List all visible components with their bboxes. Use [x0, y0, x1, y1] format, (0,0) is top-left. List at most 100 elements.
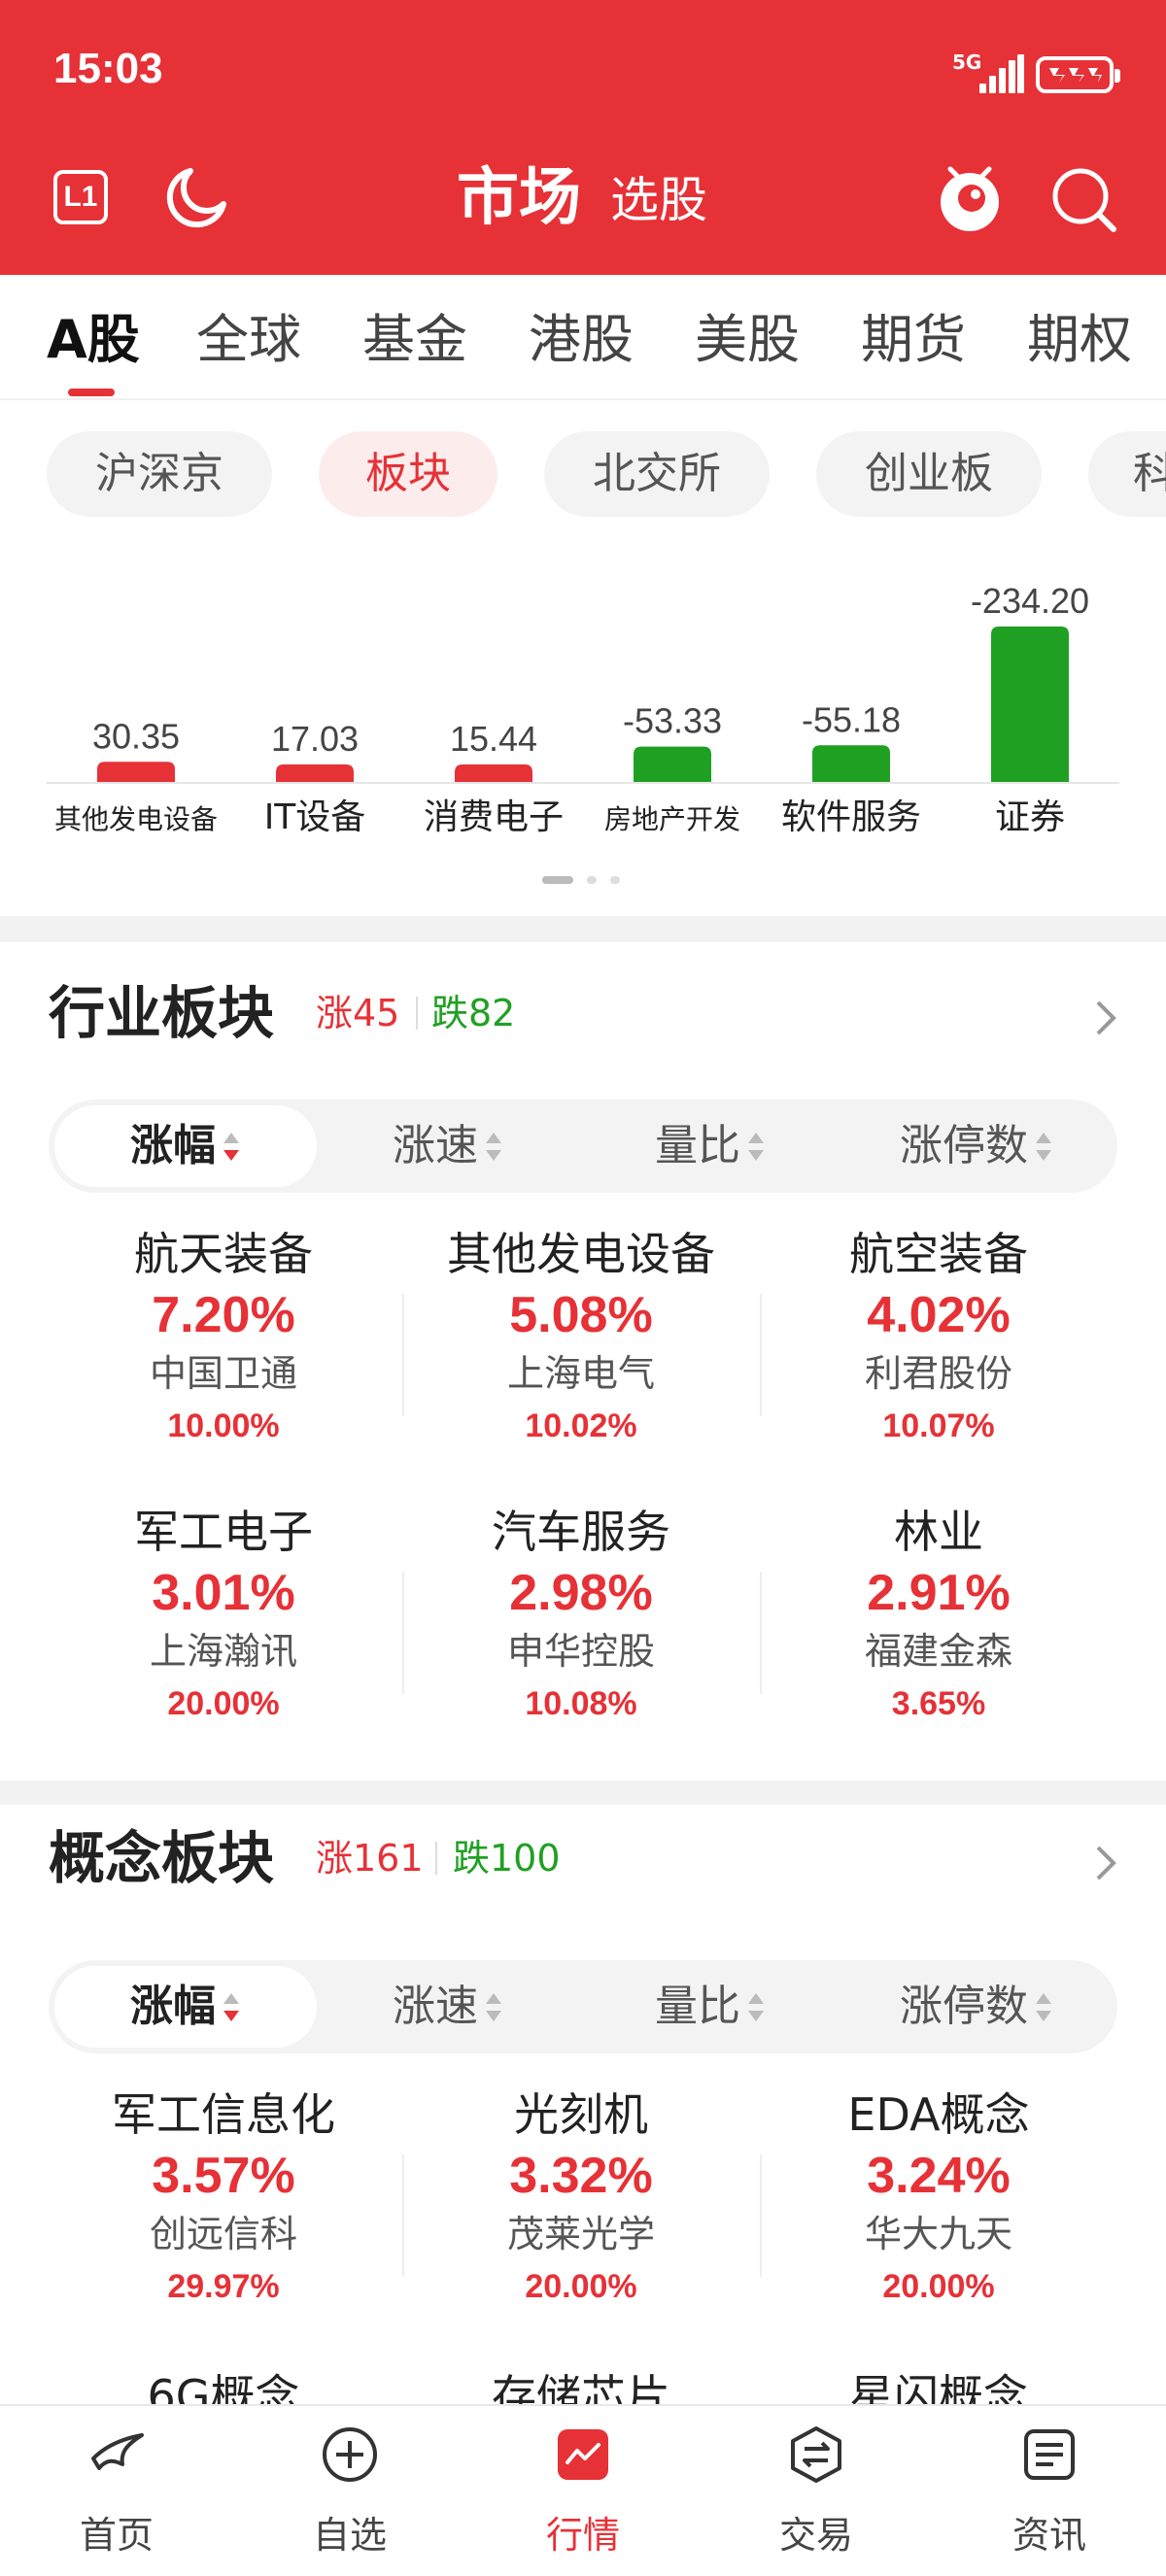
sort-icon: [484, 1989, 503, 2028]
leading-stock-change: 3.65%: [891, 1685, 986, 1722]
divider: [416, 997, 418, 1030]
divider: [0, 398, 1166, 400]
sector-cell[interactable]: 航空装备 4.02% 利君股份 10.07%: [760, 1226, 1117, 1449]
sector-cell[interactable]: 其他发电设备 5.08% 上海电气 10.02%: [402, 1226, 760, 1449]
sort-by-speed[interactable]: 涨速: [317, 1966, 579, 2048]
bar-value-label: 17.03: [271, 719, 359, 759]
sector-change: 3.32%: [509, 2148, 653, 2204]
chip-bse[interactable]: 北交所: [544, 431, 770, 517]
network-label: 5G: [952, 51, 982, 74]
sector-name: 6G概念: [147, 2370, 300, 2404]
leading-stock: 利君股份: [864, 1352, 1012, 1395]
sort-by-limit-up[interactable]: 涨停数: [841, 1105, 1112, 1187]
sector-change: 3.01%: [152, 1565, 295, 1621]
bar-value-label: 30.35: [92, 716, 180, 756]
sort-by-speed[interactable]: 涨速: [317, 1105, 579, 1187]
concept-sort-bar: 涨幅 涨速 量比 涨停数: [49, 1960, 1117, 2053]
sector-cell[interactable]: 6G概念: [45, 2368, 402, 2404]
pager-dot[interactable]: [610, 876, 620, 884]
sector-cell[interactable]: 汽车服务 2.98% 申华控股 10.08%: [402, 1504, 760, 1727]
sort-icon: [746, 1129, 766, 1168]
battery-icon: [1036, 56, 1120, 93]
chip-shanghai-shenzhen-beijing[interactable]: 沪深京: [47, 431, 272, 517]
search-icon[interactable]: [1049, 165, 1119, 239]
nav-trade[interactable]: 交易: [719, 2406, 913, 2576]
sector-name: 林业: [894, 1506, 983, 1558]
leading-stock: 中国卫通: [149, 1352, 297, 1395]
tab-futures[interactable]: 期货: [861, 301, 966, 379]
leading-stock: 上海瀚讯: [149, 1630, 297, 1673]
tab-funds[interactable]: 基金: [362, 301, 467, 379]
tab-a-shares[interactable]: A股: [47, 301, 140, 379]
nav-news[interactable]: 资讯: [952, 2406, 1147, 2576]
chart-bar[interactable]: [276, 764, 354, 782]
sector-cell[interactable]: 航天装备 7.20% 中国卫通 10.00%: [45, 1226, 402, 1449]
sector-change: 2.91%: [867, 1565, 1011, 1621]
industry-section-title: 行业板块: [49, 980, 275, 1046]
news-icon: [1024, 2429, 1075, 2480]
add-circle-icon: [323, 2427, 377, 2482]
chart-bar[interactable]: [97, 762, 175, 782]
sort-icon: [222, 1989, 241, 2028]
nav-market[interactable]: 行情: [486, 2406, 680, 2576]
chart-bar[interactable]: [812, 745, 890, 782]
status-time: 15:03: [53, 45, 163, 92]
tab-hk-stocks[interactable]: 港股: [529, 301, 634, 379]
bar-value-label: -53.33: [623, 701, 722, 741]
chevron-right-icon[interactable]: [1094, 1844, 1119, 1886]
sort-icon: [1034, 1989, 1053, 2028]
sector-cell[interactable]: 光刻机 3.32% 茂莱光学 20.00%: [402, 2086, 760, 2310]
sort-icon: [746, 1989, 766, 2028]
pager-dot[interactable]: [587, 876, 597, 884]
nav-watchlist[interactable]: 自选: [253, 2406, 447, 2576]
sort-by-volume-ratio[interactable]: 量比: [579, 1105, 841, 1187]
tab-global[interactable]: 全球: [196, 301, 301, 379]
tab-us-stocks[interactable]: 美股: [695, 301, 800, 379]
chart-bar[interactable]: [455, 764, 532, 782]
leading-stock-change: 10.00%: [167, 1407, 280, 1444]
leading-stock: 申华控股: [506, 1630, 655, 1673]
sector-cell[interactable]: 存储芯片: [402, 2368, 760, 2404]
sort-by-limit-up[interactable]: 涨停数: [841, 1966, 1112, 2048]
sector-change: 4.02%: [867, 1287, 1011, 1343]
chart-bar[interactable]: [991, 627, 1069, 782]
chevron-right-icon[interactable]: [1094, 999, 1119, 1041]
sector-fund-flow-chart: 30.35 其他发电设备 17.03 IT设备 15.44 消费电子 -53.33 房地产开发…: [47, 581, 1119, 837]
sector-change: 7.20%: [152, 1287, 295, 1343]
stock-picker-tab[interactable]: 选股: [610, 171, 707, 229]
sector-cell[interactable]: 林业 2.91% 福建金森 3.65%: [760, 1504, 1117, 1727]
sector-name: 星闪概念: [849, 2370, 1028, 2404]
sector-cell[interactable]: 星闪概念: [760, 2368, 1117, 2404]
sort-icon: [1034, 1129, 1053, 1168]
nav-label: 行情: [545, 2514, 620, 2557]
chip-chinext[interactable]: 创业板: [816, 431, 1042, 517]
pager-dot-active[interactable]: [542, 876, 573, 884]
nav-label: 自选: [312, 2514, 387, 2557]
active-tab-indicator: [68, 389, 115, 396]
sort-by-change[interactable]: 涨幅: [54, 1966, 317, 2048]
sector-cell[interactable]: EDA概念 3.24% 华大九天 20.00%: [760, 2086, 1117, 2310]
sector-name: 军工电子: [134, 1506, 313, 1558]
leading-stock: 茂莱光学: [506, 2213, 655, 2255]
sector-cell[interactable]: 军工信息化 3.57% 创远信科 29.97%: [45, 2086, 402, 2310]
chip-star-market[interactable]: 科: [1088, 431, 1166, 517]
bar-value-label: -55.18: [802, 699, 901, 739]
sort-by-volume-ratio[interactable]: 量比: [579, 1966, 841, 2048]
tab-options[interactable]: 期权: [1027, 301, 1132, 379]
nav-home[interactable]: 首页: [19, 2406, 214, 2576]
sector-cell[interactable]: 军工电子 3.01% 上海瀚讯 20.00%: [45, 1504, 402, 1727]
leading-stock-change: 10.07%: [882, 1407, 995, 1444]
category-label: 房地产开发: [604, 803, 740, 835]
nav-label: 资讯: [1012, 2514, 1086, 2557]
sort-by-change[interactable]: 涨幅: [54, 1105, 317, 1187]
chart-bar[interactable]: [634, 746, 711, 782]
assistant-robot-icon[interactable]: [933, 159, 1007, 241]
category-label: 消费电子: [424, 797, 564, 837]
concept-down-count: 跌100: [453, 1837, 561, 1880]
exchange-icon: [791, 2426, 841, 2483]
chip-sectors[interactable]: 板块: [319, 431, 497, 517]
leading-stock-change: 20.00%: [882, 2268, 995, 2305]
l1-quote-icon[interactable]: L1: [53, 170, 108, 224]
night-mode-icon[interactable]: [161, 165, 229, 237]
leading-stock-change: 10.02%: [525, 1407, 637, 1444]
